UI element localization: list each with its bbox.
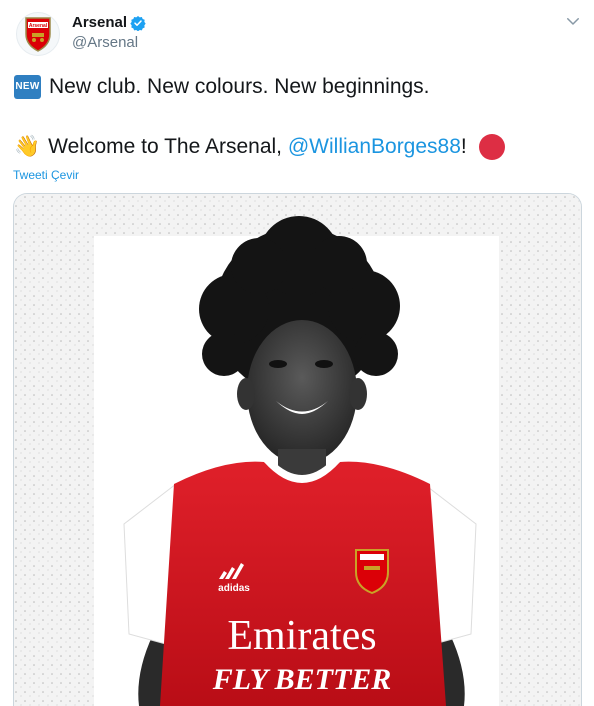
display-name[interactable]: Arsenal bbox=[72, 13, 127, 33]
new-button-emoji: NEW bbox=[14, 75, 41, 99]
tweet-line-2: 👋 Welcome to The Arsenal, @WillianBorges… bbox=[14, 133, 505, 161]
tweet-text-1: New club. New colours. New beginnings. bbox=[49, 75, 430, 98]
account-handle[interactable]: @Arsenal bbox=[72, 33, 146, 53]
tweet-header: Arsenal Arsenal @Arsenal bbox=[16, 10, 582, 58]
waving-hand-emoji: 👋 bbox=[14, 135, 41, 158]
shirt-crest-icon bbox=[355, 549, 389, 595]
mention-link[interactable]: @WillianBorges88 bbox=[288, 133, 461, 161]
tweet-text-2: Welcome to The Arsenal, bbox=[48, 135, 288, 158]
verified-badge-icon bbox=[130, 16, 146, 31]
svg-text:Arsenal: Arsenal bbox=[29, 23, 48, 29]
shirt-brand: adidas bbox=[218, 583, 250, 594]
shirt-slogan: FLY BETTER bbox=[212, 663, 392, 696]
player-photo: adidas Emirates FLY BETTER bbox=[14, 194, 581, 706]
tweet-text-2-suffix: ! bbox=[460, 135, 467, 158]
shirt-sponsor: Emirates bbox=[227, 613, 376, 659]
red-circle-emoji bbox=[478, 134, 505, 160]
tweet-line-1: NEW New club. New colours. New beginning… bbox=[14, 73, 430, 101]
tweet-media[interactable]: adidas Emirates FLY BETTER bbox=[13, 193, 582, 706]
arsenal-crest-icon[interactable]: Arsenal bbox=[16, 12, 60, 56]
account-names[interactable]: Arsenal @Arsenal bbox=[72, 13, 146, 53]
translate-tweet-link[interactable]: Tweeti Çevir bbox=[13, 168, 79, 182]
chevron-down-icon[interactable] bbox=[564, 12, 582, 30]
